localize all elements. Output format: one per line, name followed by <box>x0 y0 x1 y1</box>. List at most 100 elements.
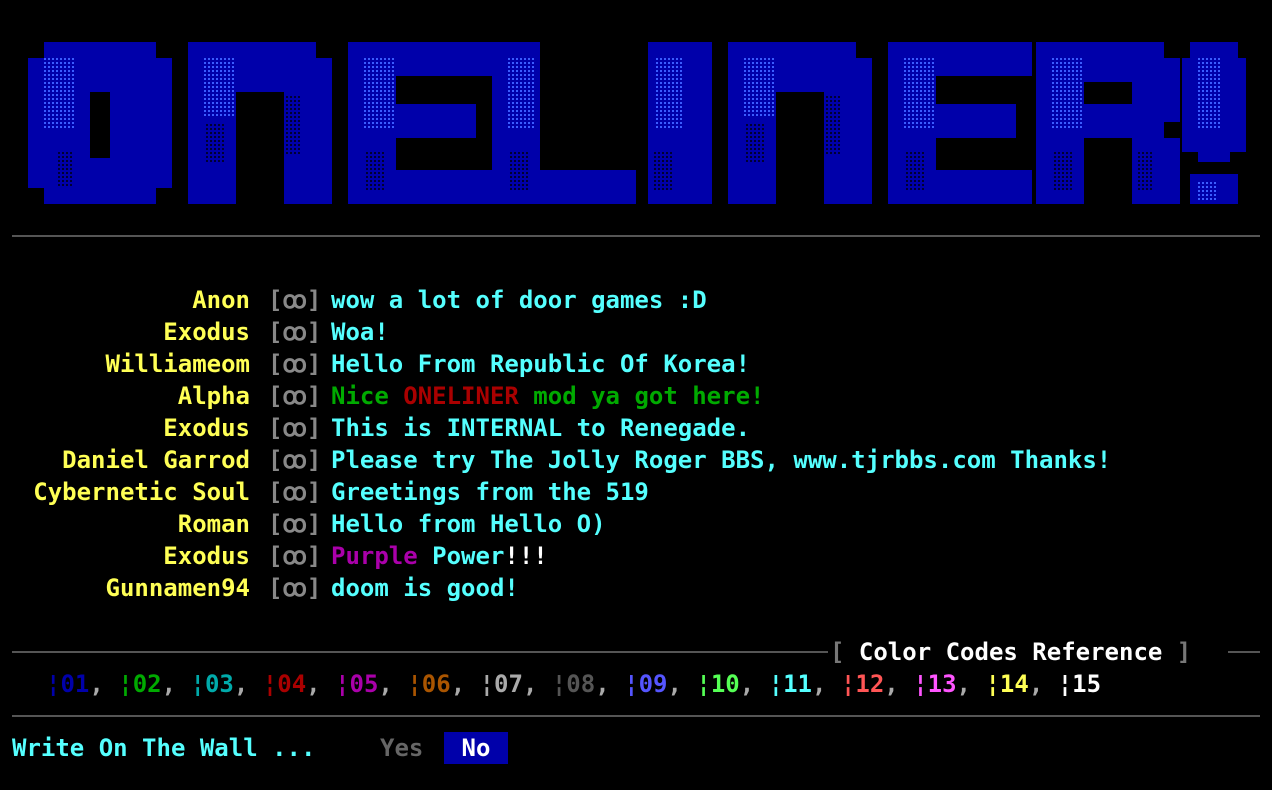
message-segment: Please try The Jolly Roger BBS, www.tjrb… <box>331 446 1112 474</box>
separator-icon: [ꝏ] <box>268 542 322 570</box>
separator-icon: [ꝏ] <box>268 510 322 538</box>
write-prompt: Write On The Wall ... <box>12 734 316 762</box>
color-code: ¦12 <box>840 670 885 698</box>
message-segment: doom is good! <box>331 574 519 602</box>
author-name: Alpha <box>177 382 250 410</box>
banner-art <box>28 42 1246 204</box>
separator-icon: [ꝏ] <box>268 574 322 602</box>
message-segment: wow a lot of door games :D <box>331 286 707 314</box>
author-name: Exodus <box>163 414 250 442</box>
message-text: This is INTERNAL to Renegade. <box>331 412 750 444</box>
separator-icon: [ꝏ] <box>268 414 322 442</box>
oneliner-row: Exodus [ꝏ] This is INTERNAL to Renegade. <box>0 412 1272 444</box>
message-text: Please try The Jolly Roger BBS, www.tjrb… <box>331 444 1111 476</box>
message-segment: Hello From Republic Of Korea! <box>331 350 751 378</box>
reference-title: Color Codes Reference <box>858 638 1163 666</box>
oneliner-row: Cybernetic Soul [ꝏ] Greetings from the 519 <box>0 476 1272 508</box>
oneliner-row: Daniel Garrod [ꝏ] Please try The Jolly Rog… <box>0 444 1272 476</box>
separator-icon: [ꝏ] <box>268 350 322 378</box>
bracket-open: [ <box>830 638 845 666</box>
color-code: ¦11 <box>768 670 813 698</box>
message-segment: !!! <box>504 542 548 570</box>
letter-exclaim <box>1182 42 1246 204</box>
code-separator: , <box>89 670 119 698</box>
message-segment: Greetings from the 519 <box>331 478 649 506</box>
color-code: ¦10 <box>696 670 740 698</box>
top-divider <box>12 235 1260 237</box>
message-text: Hello from Hello O) <box>331 508 606 540</box>
letter-i <box>648 42 712 204</box>
letter-l <box>492 42 636 204</box>
author-name: Roman <box>177 510 250 538</box>
message-segment: Hello from Hello O) <box>331 510 606 538</box>
message-text: doom is good! <box>331 572 519 604</box>
message-segment: Woa! <box>331 318 389 346</box>
color-code: ¦03 <box>190 670 234 698</box>
oneliner-row: Gunnamen94 [ꝏ] doom is good! <box>0 572 1272 604</box>
color-code: ¦06 <box>407 670 451 698</box>
message-text: Hello From Republic Of Korea! <box>331 348 750 380</box>
author-name: Daniel Garrod <box>62 446 250 474</box>
color-code: ¦08 <box>551 670 596 698</box>
author-name: Exodus <box>163 318 250 346</box>
letter-r <box>1036 42 1180 204</box>
color-code: ¦15 <box>1057 670 1102 698</box>
color-code: ¦02 <box>118 670 162 698</box>
letter-e <box>348 42 492 204</box>
oneliner-row: Williameom [ꝏ] Hello From Republic Of Kore… <box>0 348 1272 380</box>
separator-icon: [ꝏ] <box>268 382 322 410</box>
color-codes-header: [ Color Codes Reference ] <box>12 640 1260 664</box>
message-text: Nice ONELINER mod ya got here! <box>331 380 764 412</box>
code-separator: , <box>522 670 552 698</box>
oneliner-row: Anon [ꝏ] wow a lot of door games :D <box>0 284 1272 316</box>
yes-option[interactable]: Yes <box>380 732 423 764</box>
message-segment: mod ya got here! <box>518 382 765 410</box>
color-code: ¦05 <box>335 670 379 698</box>
code-separator: , <box>378 670 408 698</box>
color-codes-list: ¦01, ¦02, ¦03, ¦04, ¦05, ¦06, ¦07, ¦08, … <box>46 668 1101 700</box>
oneliner-row: Roman [ꝏ] Hello from Hello O) <box>0 508 1272 540</box>
code-separator: , <box>739 670 769 698</box>
color-code: ¦07 <box>479 670 523 698</box>
code-separator: , <box>812 670 841 698</box>
separator-icon: [ꝏ] <box>268 318 322 346</box>
message-segment: ONELINER <box>403 382 519 410</box>
oneliner-row: Exodus [ꝏ] Woa! <box>0 316 1272 348</box>
oneliner-row: Exodus [ꝏ] Purple Power!!! <box>0 540 1272 572</box>
message-segment: Power <box>417 542 505 570</box>
color-code: ¦01 <box>46 670 90 698</box>
code-separator: , <box>306 670 336 698</box>
oneliner-banner <box>28 42 1246 204</box>
message-text: wow a lot of door games :D <box>331 284 707 316</box>
color-codes-title: [ Color Codes Reference ] <box>830 640 1191 664</box>
color-code: ¦09 <box>624 670 668 698</box>
letter-n <box>188 42 332 204</box>
author-name: Williameom <box>105 350 251 378</box>
separator-icon: [ꝏ] <box>268 446 322 474</box>
code-separator: , <box>233 670 263 698</box>
separator-icon: [ꝏ] <box>268 478 322 506</box>
letter-e-2 <box>888 42 1032 204</box>
code-separator: , <box>884 670 914 698</box>
separator-icon: [ꝏ] <box>268 286 322 314</box>
author-name: Gunnamen94 <box>105 574 251 602</box>
code-separator: , <box>161 670 191 698</box>
color-code: ¦13 <box>913 670 957 698</box>
author-name: Anon <box>192 286 250 314</box>
bracket-close: ] <box>1176 638 1192 666</box>
message-segment: Purple <box>331 542 418 570</box>
message-text: Woa! <box>331 316 389 348</box>
letter-o <box>28 42 172 204</box>
author-name: Exodus <box>163 542 250 570</box>
message-segment: Nice <box>331 382 404 410</box>
color-code: ¦14 <box>985 670 1029 698</box>
no-option[interactable]: No <box>444 732 508 764</box>
code-separator: , <box>595 670 625 698</box>
code-separator: , <box>1028 670 1058 698</box>
oneliner-row: Alpha [ꝏ] Nice ONELINER mod ya got here! <box>0 380 1272 412</box>
message-segment: This is INTERNAL to Renegade. <box>331 414 751 442</box>
letter-n-2 <box>728 42 872 204</box>
divider-left <box>12 651 828 653</box>
message-text: Purple Power!!! <box>331 540 548 572</box>
divider-right <box>1228 651 1260 653</box>
